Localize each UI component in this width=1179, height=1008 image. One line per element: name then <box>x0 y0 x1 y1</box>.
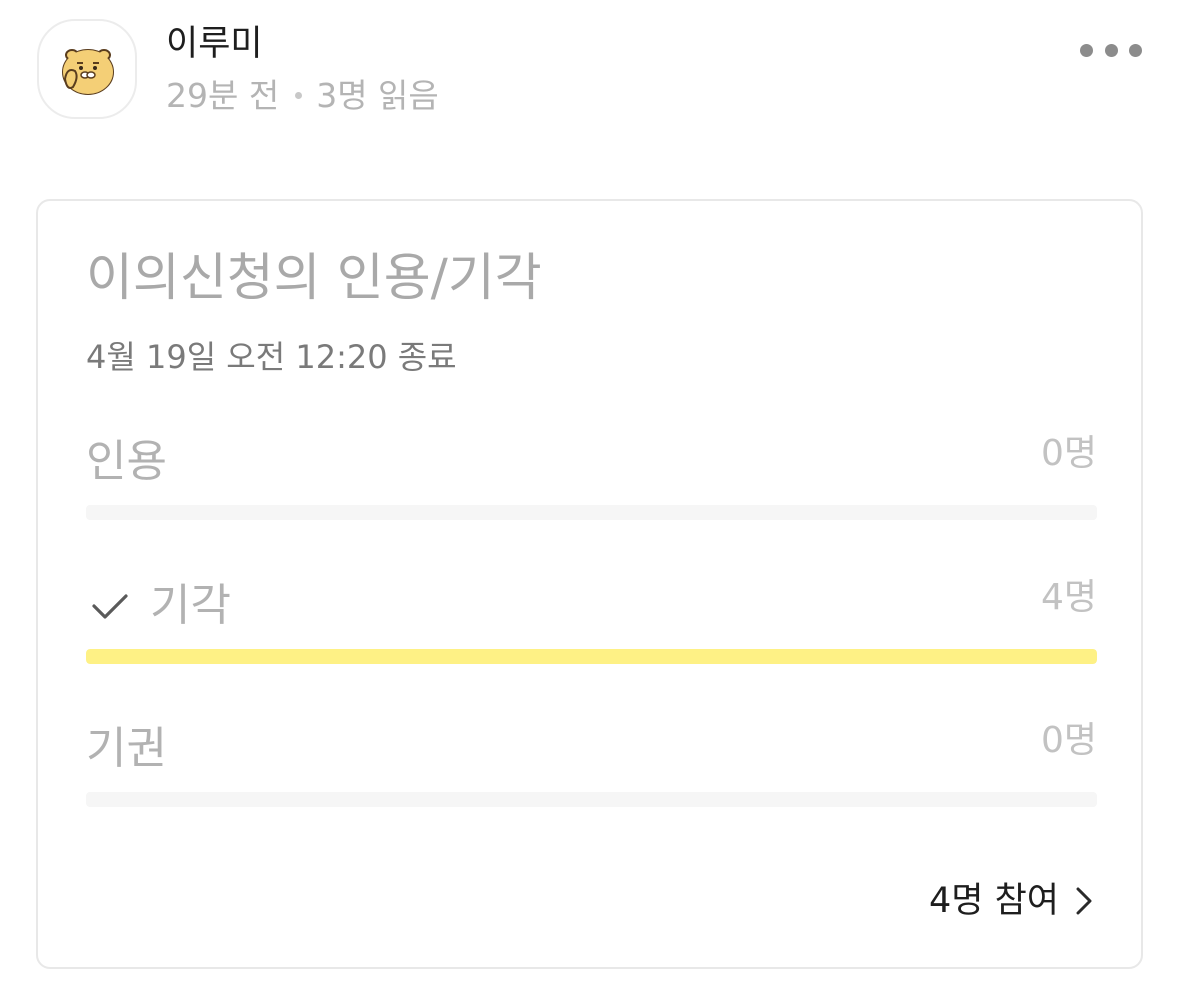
option-bar-track <box>86 649 1097 664</box>
poll-option-1[interactable]: 인용 0명 <box>86 433 1097 524</box>
option-label: 인용 <box>86 436 167 487</box>
poll-title: 이의신청의 인용/기각 <box>86 249 542 308</box>
option-label: 기권 <box>86 723 167 774</box>
option-bar-track <box>86 505 1097 520</box>
participants-label: 4명 참여 <box>929 881 1059 921</box>
option-count: 0명 <box>1040 720 1097 761</box>
author-name[interactable]: 이루미 <box>166 22 263 66</box>
more-dots-icon <box>1080 43 1093 57</box>
poll-card: 이의신청의 인용/기각 4월 19일 오전 12:20 종료 인용 0명 기각 … <box>36 199 1143 969</box>
poll-option-3[interactable]: 기권 0명 <box>86 720 1097 811</box>
option-count: 4명 <box>1040 577 1097 618</box>
post-page: 이루미 29분 전 3명 읽음 이의신청의 인용/기각 4월 19일 오전 12:… <box>0 0 1179 1008</box>
participants-link[interactable]: 4명 참여 <box>929 877 1093 925</box>
avatar[interactable] <box>37 19 137 119</box>
read-count[interactable]: 3명 읽음 <box>316 76 439 115</box>
option-bar-fill <box>86 649 1097 664</box>
check-icon <box>92 594 128 619</box>
post-time: 29분 전 <box>166 76 280 115</box>
more-options-button[interactable] <box>1080 36 1142 64</box>
poll-deadline: 4월 19일 오전 12:20 종료 <box>86 338 457 376</box>
chevron-right-icon <box>1076 887 1092 915</box>
ryan-character-icon <box>62 49 114 95</box>
option-label: 기각 <box>150 580 231 631</box>
poll-option-2[interactable]: 기각 4명 <box>86 577 1097 668</box>
option-bar-track <box>86 792 1097 807</box>
post-meta: 29분 전 3명 읽음 <box>166 74 439 118</box>
separator-dot <box>295 92 303 99</box>
option-count: 0명 <box>1040 433 1097 474</box>
